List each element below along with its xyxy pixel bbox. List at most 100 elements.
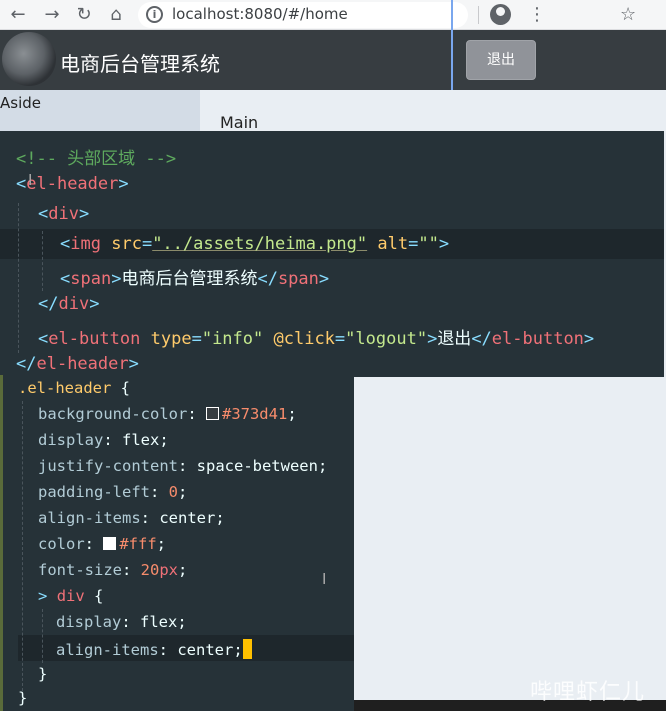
color-swatch[interactable] (205, 407, 219, 420)
css-property: background-color (38, 405, 188, 423)
indent-guide (22, 401, 23, 691)
address-bar[interactable]: i localhost:8080/#/home (138, 2, 468, 28)
mouse-ibeam-icon: I (322, 570, 327, 588)
kebab-menu-icon[interactable]: ⋮ (528, 3, 546, 27)
back-arrow-icon[interactable]: ← (6, 3, 30, 27)
tag-bracket: > (118, 174, 129, 194)
tag-text: 退出 (437, 329, 472, 349)
css-rule: display: flex; (56, 613, 187, 631)
css-value-number: 20 (140, 561, 160, 579)
tag-bracket: </ (257, 269, 278, 289)
tag-name: span (277, 269, 319, 289)
tag-bracket: > (89, 294, 100, 314)
css-rule: color: #fff; (38, 535, 166, 553)
css-property: font-size (38, 561, 122, 579)
attr-equals: = (141, 234, 153, 254)
css-brace: { (111, 379, 130, 397)
main-label: Main (220, 113, 259, 132)
tag-bracket: > (111, 269, 122, 289)
url-text[interactable]: localhost:8080/#/home (172, 5, 348, 23)
css-colon: : (149, 483, 169, 501)
code-line-div-open: <div> (38, 204, 89, 224)
color-swatch[interactable] (103, 537, 117, 550)
css-value: center (177, 641, 234, 659)
account-icon[interactable] (490, 4, 511, 25)
css-colon: : (121, 613, 140, 631)
app-header: 电商后台管理系统 退出 (0, 30, 666, 90)
tag-name: el-header (26, 174, 119, 194)
tag-bracket: > (128, 354, 139, 374)
tag-text: 电商后台管理系统 (121, 269, 258, 289)
code-line-span: <span>电商后台管理系统</span> (60, 264, 329, 289)
css-nested-selector-line: > div { (38, 587, 103, 605)
tag-bracket: > (318, 269, 330, 289)
site-info-icon[interactable]: i (146, 6, 163, 23)
css-value: #373d41 (221, 405, 288, 423)
toolbar-divider (478, 6, 479, 24)
css-colon: : (158, 641, 178, 659)
tag-bracket: < (38, 329, 49, 349)
reload-icon[interactable]: ↻ (72, 3, 96, 27)
text-cursor-icon: I (28, 171, 33, 189)
tag-bracket: > (78, 204, 90, 224)
attr-value: "info" (201, 329, 264, 349)
css-semicolon: ; (178, 483, 188, 501)
css-semicolon: ; (177, 613, 187, 631)
bookmark-star-icon[interactable]: ☆ (620, 3, 636, 27)
css-brace: } (38, 665, 48, 683)
forward-arrow-icon[interactable]: → (40, 3, 64, 27)
code-line-div-close: </div> (38, 294, 99, 314)
attr-name: type (150, 329, 192, 349)
browser-toolbar: ← → ↻ ⌂ i localhost:8080/#/home ⋮ ☆ (0, 0, 666, 30)
watermark: 哔哩虾仁儿 (530, 680, 646, 705)
css-semicolon: ; (159, 431, 169, 449)
css-rule: align-items: center; (38, 509, 225, 527)
tag-name: img (70, 234, 101, 254)
tag-bracket: < (38, 204, 49, 224)
css-semicolon: ; (215, 509, 225, 527)
tag-bracket: > (583, 329, 595, 349)
code-line-el-header-open: <el-header> (16, 174, 129, 194)
css-rule-current: align-items: center; (56, 639, 252, 659)
tag-bracket: </ (471, 329, 492, 349)
css-colon: : (187, 405, 206, 423)
css-rule: padding-left: 0; (38, 483, 187, 501)
css-value: center (159, 509, 216, 527)
attr-name: alt (377, 234, 409, 254)
tag-name: el-header (36, 354, 129, 374)
css-selector-line: .el-header { (18, 379, 130, 397)
attr-equals: = (191, 329, 202, 349)
css-property: color (38, 535, 85, 553)
tag-bracket: </ (16, 354, 37, 374)
css-rule: display: flex; (38, 431, 169, 449)
css-rule: font-size: 20px; (38, 561, 187, 579)
indent-guide (42, 609, 43, 663)
css-property: display (56, 613, 122, 631)
css-child-combinator: > (38, 587, 48, 605)
attr-value: "" (418, 234, 439, 254)
template-code-editor[interactable]: <!-- 头部区域 --> <el-header> <div> <img src… (0, 131, 664, 377)
code-line-comment: <!-- 头部区域 --> (16, 144, 176, 169)
css-colon: : (140, 509, 160, 527)
tag-bracket: < (16, 174, 27, 194)
css-semicolon: ; (178, 561, 188, 579)
css-property: align-items (38, 509, 141, 527)
attr-value: "logout" (345, 329, 428, 349)
css-property: padding-left (38, 483, 150, 501)
attr-value: "../assets/heima.png" (152, 234, 368, 254)
css-semicolon: ; (317, 457, 328, 475)
css-colon: : (84, 535, 104, 553)
tag-name: div (58, 294, 90, 314)
indent-guide (42, 231, 43, 291)
style-code-editor[interactable]: .el-header { background-color: #373d41; … (0, 375, 354, 711)
tag-bracket: > (438, 234, 450, 254)
code-line-el-button: <el-button type="info" @click="logout">退… (38, 324, 594, 349)
css-colon: : (122, 561, 141, 579)
attr-name: src (111, 234, 142, 254)
home-icon[interactable]: ⌂ (104, 3, 128, 27)
css-property: justify-content (38, 457, 178, 475)
logout-button[interactable]: 退出 (466, 40, 536, 80)
css-value: #fff (119, 535, 157, 553)
css-brace-line: } (38, 665, 47, 683)
aside-label: Aside (0, 94, 41, 112)
